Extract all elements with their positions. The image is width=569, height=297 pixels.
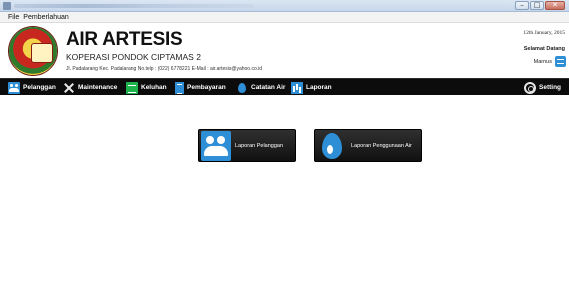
welcome-text: Selamat Datang: [523, 46, 565, 52]
nav-pelanggan-label: Pelanggan: [23, 84, 56, 91]
complaint-icon: [126, 81, 138, 94]
nav-maintenance[interactable]: Maintenance: [63, 79, 117, 96]
organization-name: KOPERASI PONDOK CIPTAMAS 2: [66, 52, 201, 62]
menu-pemberlahuan[interactable]: Pemberlahuan: [23, 14, 69, 21]
payment-icon: [175, 81, 184, 94]
current-date: 12th January, 2015: [523, 30, 565, 36]
nav-setting-label: Setting: [539, 84, 562, 91]
tools-icon: [63, 82, 75, 94]
app-title: AIR ARTESIS: [66, 29, 183, 50]
close-button[interactable]: ✕: [545, 1, 565, 10]
window-title-bar: – □ ✕: [0, 0, 569, 12]
nav-catatan-air[interactable]: Catatan Air: [236, 79, 285, 96]
nav-setting[interactable]: Setting: [524, 79, 561, 96]
laporan-pelanggan-label: Laporan Pelanggan: [235, 142, 284, 149]
main-toolbar: Pelanggan Maintenance Keluhan Pembayaran…: [0, 78, 569, 95]
nav-keluhan-label: Keluhan: [141, 84, 167, 91]
nav-laporan[interactable]: Laporan: [291, 79, 332, 96]
users-icon: [201, 130, 231, 161]
laporan-penggunaan-air-label: Laporan Penggunaan Air: [351, 142, 412, 149]
menu-file[interactable]: File: [8, 14, 19, 21]
nav-keluhan[interactable]: Keluhan: [126, 79, 167, 96]
minimize-button[interactable]: –: [515, 1, 529, 10]
menu-bar: File Pemberlahuan: [0, 12, 569, 23]
laporan-pelanggan-button[interactable]: Laporan Pelanggan: [198, 129, 296, 162]
chart-icon: [291, 81, 303, 94]
nav-catatan-air-label: Catatan Air: [251, 84, 286, 91]
user-name: Marnus: [533, 59, 552, 65]
app-window: – □ ✕ File Pemberlahuan AIR ARTESIS KOPE…: [0, 0, 569, 297]
gear-icon: [524, 81, 536, 94]
app-header: AIR ARTESIS KOPERASI PONDOK CIPTAMAS 2 J…: [0, 23, 569, 78]
app-icon: [3, 2, 11, 10]
users-icon: [8, 81, 20, 94]
nav-pelanggan[interactable]: Pelanggan: [8, 79, 56, 96]
logo-emblem: [31, 43, 53, 63]
koperasi-logo: [9, 27, 57, 75]
nav-laporan-label: Laporan: [306, 84, 332, 91]
window-controls: – □ ✕: [515, 1, 565, 10]
organization-address: Jl. Padalarang Kec. Padalarang No.telp :…: [66, 66, 263, 72]
user-menu-icon[interactable]: [555, 56, 566, 67]
nav-pembayaran[interactable]: Pembayaran: [175, 79, 226, 96]
nav-pembayaran-label: Pembayaran: [187, 84, 226, 91]
laporan-penggunaan-air-button[interactable]: Laporan Penggunaan Air: [314, 129, 422, 162]
nav-maintenance-label: Maintenance: [78, 84, 118, 91]
water-drop-icon: [236, 82, 248, 94]
window-title-text: [14, 4, 254, 8]
water-drop-icon: [317, 131, 347, 161]
maximize-button[interactable]: □: [530, 1, 544, 10]
